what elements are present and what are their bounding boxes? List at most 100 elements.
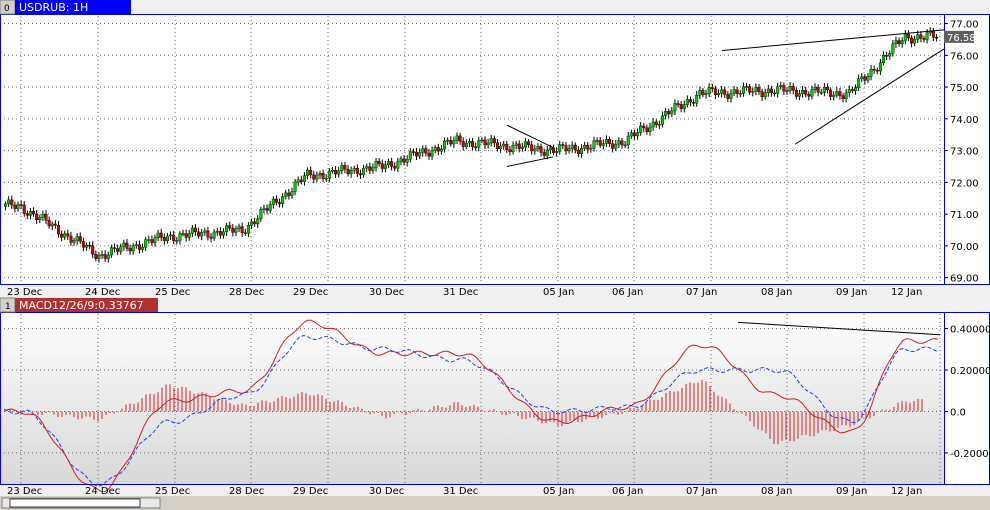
- price-candle-down: [934, 37, 938, 39]
- price-candle-down: [713, 88, 717, 96]
- price-candle-down: [769, 88, 773, 94]
- price-candle-up: [819, 91, 823, 94]
- current-price-value: 76.58: [947, 33, 976, 44]
- price-candle-up: [636, 132, 640, 137]
- price-candle-up: [670, 110, 674, 115]
- price-candle-down: [735, 89, 739, 94]
- price-candle-down: [103, 254, 107, 259]
- price-candle-up: [664, 111, 668, 116]
- price-date-label: 23 Dec: [7, 287, 42, 298]
- price-tick-label: 71.00: [950, 210, 979, 221]
- price-candle-up: [545, 149, 549, 156]
- scrollbar-thumb[interactable]: [9, 498, 141, 508]
- price-candle-down: [919, 34, 923, 39]
- price-candle-down: [527, 141, 531, 145]
- price-candle-down: [411, 151, 415, 153]
- price-candle-up: [156, 232, 160, 239]
- price-candle-down: [321, 173, 325, 179]
- price-candle-up: [894, 40, 898, 45]
- price-candle-down: [44, 214, 48, 221]
- price-candle-down: [829, 89, 833, 97]
- price-candle-up: [558, 144, 562, 152]
- price-candle-down: [228, 225, 232, 229]
- price-candle-up: [614, 143, 618, 149]
- price-candle-down: [922, 38, 926, 40]
- price-candle-up: [178, 233, 182, 241]
- price-candle-up: [349, 170, 353, 175]
- price-plot-area[interactable]: [0, 14, 944, 284]
- price-candle-down: [676, 103, 680, 105]
- macd-pane-tab[interactable]: 1 MACD12/26/9:0.33767: [0, 297, 158, 313]
- price-candle-up: [421, 148, 425, 153]
- price-candle-down: [885, 55, 889, 57]
- price-candle-up: [433, 147, 437, 151]
- price-candle-up: [832, 94, 836, 97]
- macd-tick-label: -0.20000: [950, 449, 990, 460]
- price-candle-up: [119, 246, 123, 252]
- price-candle-up: [533, 148, 537, 152]
- price-candle-down: [508, 149, 512, 152]
- price-date-axis: 23 Dec 24 Dec 25 Dec 28 Dec 29 Dec 30 Dec 31 D…: [7, 287, 922, 298]
- price-candle-up: [900, 40, 904, 44]
- price-candle-up: [648, 126, 652, 133]
- price-tick-label: 73.00: [950, 147, 979, 158]
- price-candle-down: [128, 248, 132, 252]
- price-candle-down: [748, 86, 752, 93]
- price-candle-up: [302, 175, 306, 182]
- price-candle-up: [604, 139, 608, 144]
- price-candle-up: [853, 87, 857, 91]
- price-candle-up: [511, 145, 515, 152]
- price-candle-up: [698, 90, 702, 96]
- price-date-label: 28 Dec: [229, 287, 264, 298]
- macd-plot-area[interactable]: [0, 312, 944, 484]
- price-candle-down: [334, 169, 338, 175]
- price-candle-up: [639, 125, 643, 133]
- price-candle-down: [125, 242, 129, 249]
- price-candle-up: [315, 174, 319, 180]
- price-date-label: 24 Dec: [85, 287, 120, 298]
- price-candle-up: [169, 234, 173, 237]
- price-candle-down: [530, 144, 534, 152]
- price-candle-up: [386, 161, 390, 165]
- price-candle-up: [371, 167, 375, 171]
- price-candle-up: [147, 239, 151, 241]
- price-candle-up: [16, 204, 20, 209]
- price-candle-up: [751, 91, 755, 93]
- price-candle-up: [567, 148, 571, 152]
- macd-date-label: 06 Jan: [612, 486, 643, 497]
- chart-window: 69.00 70.00 71.00 72.00 73.00 74.00 75.00 76.00…: [0, 0, 990, 510]
- price-candle-down: [35, 213, 39, 221]
- price-candle-down: [66, 233, 70, 237]
- price-candle-down: [274, 198, 278, 203]
- price-candle-up: [717, 93, 721, 96]
- price-candle-down: [726, 94, 730, 99]
- price-candle-down: [78, 236, 82, 242]
- price-candle-down: [586, 145, 590, 150]
- price-tick-label: 76.00: [950, 51, 979, 62]
- price-pane-tab[interactable]: 0 USDRUB: 1H: [0, 0, 131, 15]
- price-candle-up: [396, 161, 400, 169]
- price-date-label: 12 Jan: [891, 287, 922, 298]
- price-candle-down: [564, 145, 568, 152]
- price-candle-up: [106, 254, 110, 259]
- price-candle-up: [763, 92, 767, 98]
- macd-date-label: 23 Dec: [7, 486, 42, 497]
- price-candle-up: [499, 145, 503, 150]
- price-candle-up: [221, 231, 225, 236]
- horizontal-scrollbar[interactable]: [0, 496, 990, 510]
- price-candle-up: [583, 145, 587, 149]
- price-candle-down: [81, 241, 85, 248]
- price-tick-label: 70.00: [950, 242, 979, 253]
- price-candle-down: [863, 76, 867, 81]
- price-candle-down: [402, 158, 406, 163]
- price-axis: 69.00 70.00 71.00 72.00 73.00 74.00 75.00 76.00…: [944, 20, 979, 285]
- price-candle-down: [757, 87, 761, 92]
- price-candle-up: [888, 53, 892, 57]
- price-candle-up: [592, 140, 596, 149]
- price-candle-up: [271, 198, 275, 205]
- price-candle-up: [430, 150, 434, 157]
- price-candle-down: [32, 211, 36, 215]
- price-candle-down: [243, 232, 247, 234]
- price-candle-up: [810, 89, 814, 97]
- price-date-label: 25 Dec: [155, 287, 190, 298]
